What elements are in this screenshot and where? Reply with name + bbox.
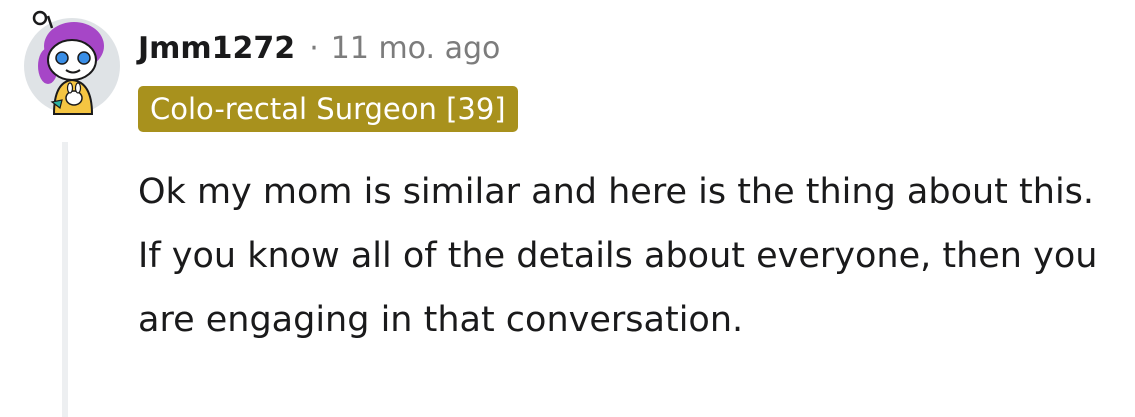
bunny-ear-right-icon bbox=[74, 82, 82, 94]
right-eye-icon bbox=[77, 51, 91, 65]
user-avatar-icon[interactable] bbox=[22, 8, 122, 116]
comment: Jmm1272 · 11 mo. ago Colo-rectal Surgeon… bbox=[0, 0, 1135, 417]
snoo-avatar-icon bbox=[24, 10, 120, 115]
meta-separator: · bbox=[309, 30, 319, 66]
thread-line[interactable] bbox=[62, 142, 68, 417]
user-flair-badge: Colo-rectal Surgeon [39] bbox=[138, 86, 518, 132]
comment-meta: Jmm1272 · 11 mo. ago bbox=[138, 26, 500, 70]
username-link[interactable]: Jmm1272 bbox=[138, 31, 295, 66]
bunny-ear-left-icon bbox=[66, 82, 74, 94]
left-eye-icon bbox=[55, 51, 69, 65]
comment-body: Ok my mom is similar and here is the thi… bbox=[138, 172, 1098, 340]
bunny-icon bbox=[65, 90, 83, 106]
antenna-ball-icon bbox=[32, 10, 48, 26]
timestamp-link[interactable]: 11 mo. ago bbox=[331, 31, 501, 66]
